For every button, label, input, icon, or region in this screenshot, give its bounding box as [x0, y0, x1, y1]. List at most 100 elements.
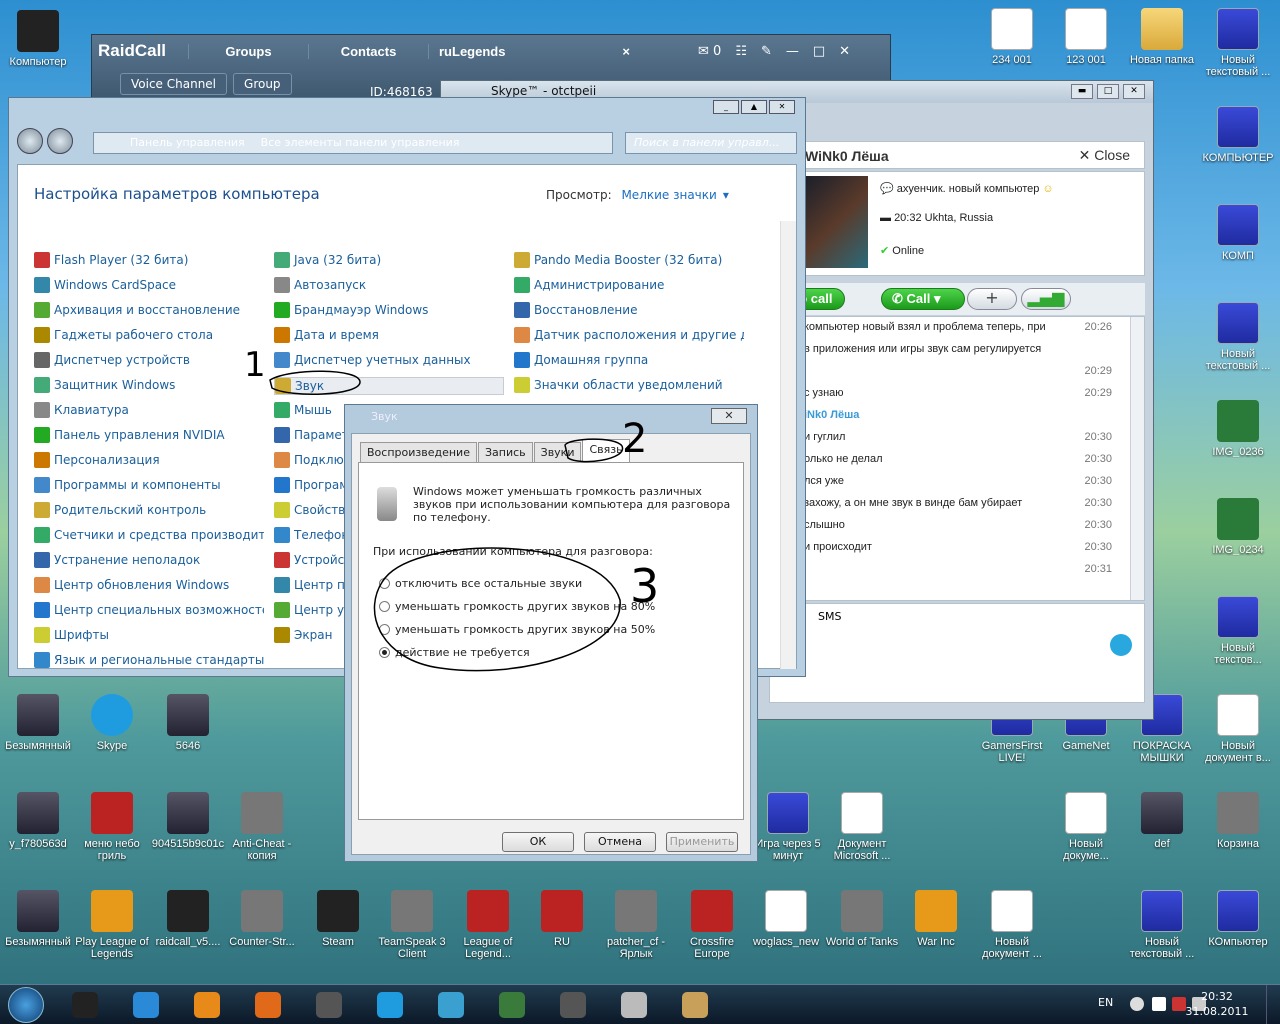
skype-taskbar-button[interactable]	[363, 988, 417, 1022]
lineage-taskbar-button[interactable]	[302, 988, 356, 1022]
paint-taskbar-button[interactable]	[668, 988, 722, 1022]
message-input-area[interactable]: SMS	[769, 603, 1145, 703]
desktop-icon[interactable]: КОМПЬЮТЕР	[1200, 106, 1276, 164]
control-panel-item[interactable]: Архивация и восстановление	[34, 302, 264, 318]
control-panel-item[interactable]: Диспетчер учетных данных	[274, 352, 504, 368]
close-conversation-button[interactable]: ✕ Close	[1079, 147, 1130, 164]
maximize-icon[interactable]: ▲	[741, 100, 767, 114]
control-panel-item[interactable]: Защитник Windows	[34, 377, 264, 393]
control-panel-item[interactable]: Язык и региональные стандарты	[34, 652, 264, 668]
control-panel-item[interactable]: Автозапуск	[274, 277, 504, 293]
minimize-icon[interactable]: _	[713, 100, 739, 114]
control-panel-item[interactable]: Брандмауэр Windows	[274, 302, 504, 318]
control-panel-item[interactable]: Домашняя группа	[514, 352, 744, 368]
desktop-icon[interactable]: Новый текстовый ...	[1124, 890, 1200, 960]
scrollbar[interactable]	[780, 221, 796, 669]
signal-icon[interactable]: ▂▄▆	[1021, 288, 1071, 310]
contacts-tab[interactable]: Contacts	[308, 43, 428, 59]
desktop-icon[interactable]: 904515b9c01c	[150, 792, 226, 850]
desktop-icon[interactable]: patcher_cf - Ярлык	[598, 890, 674, 960]
groups-tab[interactable]: Groups	[188, 43, 308, 59]
maximize-icon[interactable]: □	[813, 44, 825, 59]
control-panel-item[interactable]: Восстановление	[514, 302, 744, 318]
clock[interactable]: 20:32 31.08.2011	[1182, 989, 1252, 1019]
control-panel-item[interactable]: Администрирование	[514, 277, 744, 293]
desktop-icon[interactable]: Новый текстовый ...	[1200, 302, 1276, 372]
desktop-icon[interactable]: Корзина	[1200, 792, 1276, 850]
chevron-down-icon[interactable]: ▾	[723, 188, 729, 202]
desktop-icon[interactable]: Новая папка	[1124, 8, 1200, 66]
desktop-icon[interactable]: меню небо гриль	[74, 792, 150, 862]
desktop-icon[interactable]: IMG_0236	[1200, 400, 1276, 458]
sound-tab[interactable]: Связь	[582, 439, 630, 462]
desktop-icon[interactable]: КОМП	[1200, 204, 1276, 262]
radio-button[interactable]	[379, 647, 390, 658]
radio-button[interactable]	[379, 624, 390, 635]
sound-tab[interactable]: Воспроизведение	[360, 442, 477, 462]
desktop-icon[interactable]: Безымянный	[0, 890, 76, 948]
maximize-icon[interactable]: □	[1097, 84, 1119, 99]
desktop-icon[interactable]: Anti-Cheat - копия	[224, 792, 300, 862]
radio-button[interactable]	[379, 578, 390, 589]
control-panel-item[interactable]: Датчик расположения и другие да...	[514, 327, 744, 343]
desktop-icon[interactable]: woglacs_new	[748, 890, 824, 948]
chat-icon[interactable]: ☷	[735, 44, 747, 59]
desktop-icon[interactable]: World of Tanks	[824, 890, 900, 948]
desktop-icon[interactable]: 5646	[150, 694, 226, 752]
desktop-icon[interactable]: y_f780563d	[0, 792, 76, 850]
control-panel-item[interactable]: Панель управления NVIDIA	[34, 427, 264, 443]
desktop-icon[interactable]: def	[1124, 792, 1200, 850]
control-panel-item[interactable]: Звук	[274, 377, 504, 395]
control-panel-item[interactable]: Клавиатура	[34, 402, 264, 418]
voice-channel-tab[interactable]: Voice Channel	[120, 73, 228, 95]
control-panel-item[interactable]: Дата и время	[274, 327, 504, 343]
apply-button[interactable]: Применить	[666, 832, 738, 852]
search-input[interactable]: Поиск в панели управл...	[625, 132, 797, 154]
sms-label[interactable]: SMS	[818, 610, 841, 623]
radio-option[interactable]: отключить все остальные звуки	[379, 577, 582, 590]
radio-button[interactable]	[379, 601, 390, 612]
desktop-icon[interactable]: КОмпьютер	[1200, 890, 1276, 948]
view-value[interactable]: Мелкие значки	[621, 188, 716, 202]
control-panel-item[interactable]: Значки области уведомлений	[514, 377, 744, 393]
control-panel-item[interactable]: Pando Media Booster (32 бита)	[514, 252, 744, 268]
desktop-icon[interactable]: Новый документ в...	[1200, 694, 1276, 764]
desktop-icon[interactable]: raidcall_v5....	[150, 890, 226, 948]
mail-icon[interactable]: ✉ 0	[698, 44, 721, 59]
control-panel-item[interactable]: Гаджеты рабочего стола	[34, 327, 264, 343]
control-panel-item[interactable]: Программы и компоненты	[34, 477, 264, 493]
control-panel-item[interactable]: Диспетчер устройств	[34, 352, 264, 368]
control-panel-item[interactable]: Шрифты	[34, 627, 264, 643]
desktop-icon[interactable]: Counter-Str...	[224, 890, 300, 948]
flag-icon[interactable]	[1152, 997, 1166, 1011]
desktop-icon[interactable]: 123 001	[1048, 8, 1124, 66]
desktop-icon[interactable]: RU	[524, 890, 600, 948]
control-panel-item[interactable]: Центр специальных возможностей	[34, 602, 264, 618]
radio-option[interactable]: действие не требуется	[379, 646, 530, 659]
add-button[interactable]: +	[967, 288, 1017, 310]
close-button[interactable]: ✕	[711, 408, 747, 424]
control-panel-item[interactable]: Flash Player (32 бита)	[34, 252, 264, 268]
minimize-icon[interactable]: ▬	[1071, 84, 1093, 99]
desktop-icon[interactable]: Игра через 5 минут	[750, 792, 826, 862]
radio-option[interactable]: уменьшать громкость других звуков на 80%	[379, 600, 655, 613]
show-desktop-button[interactable]	[1266, 985, 1280, 1024]
desktop-icon[interactable]: Новый текстов...	[1200, 596, 1276, 666]
desktop-icon[interactable]: TeamSpeak 3 Client	[374, 890, 450, 960]
spreadsheet-taskbar-button[interactable]	[485, 988, 539, 1022]
desktop-icon[interactable]: Crossfire Europe	[674, 890, 750, 960]
arrow-up-icon[interactable]	[1130, 997, 1144, 1011]
close-icon[interactable]: ✕	[1123, 84, 1145, 99]
desktop-icon[interactable]: 234 001	[974, 8, 1050, 66]
minimize-icon[interactable]: —	[786, 44, 799, 59]
close-icon[interactable]: ✕	[769, 100, 795, 114]
send-icon[interactable]	[1110, 634, 1132, 656]
call-button[interactable]: ✆ Call ▾	[881, 288, 965, 310]
room-tab[interactable]: ruLegends ×	[428, 43, 638, 59]
desktop-icon[interactable]: Документ Microsoft ...	[824, 792, 900, 862]
desktop-icon[interactable]: Компьютер	[0, 10, 76, 68]
address-bar[interactable]: Панель управления Все элементы панели уп…	[93, 132, 613, 154]
sound-tab[interactable]: Звуки	[533, 442, 582, 462]
close-icon[interactable]: ×	[622, 44, 630, 59]
network-monitor-taskbar-button[interactable]	[546, 988, 600, 1022]
